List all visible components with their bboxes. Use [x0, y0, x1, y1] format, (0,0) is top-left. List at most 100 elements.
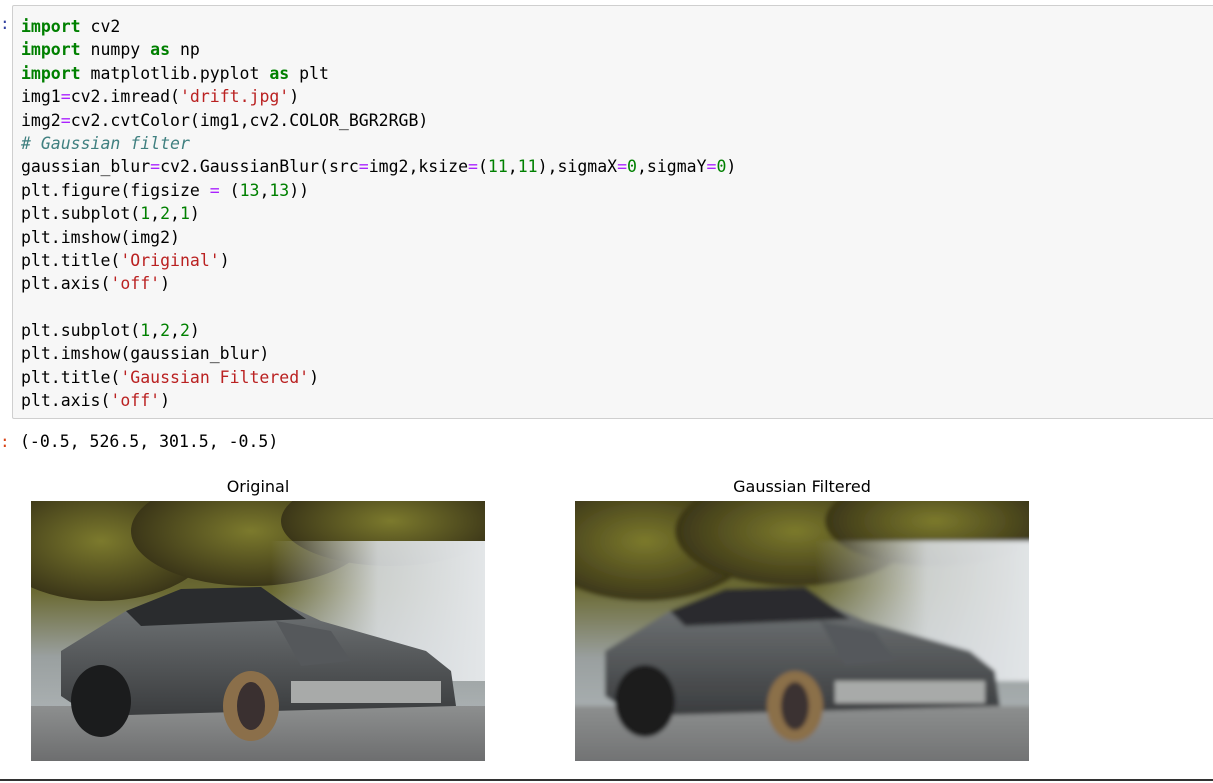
code-token: ,sigmaY [636, 157, 707, 177]
code-token: , [259, 180, 270, 200]
code-token: plt [289, 63, 329, 83]
code-line: import matplotlib.pyplot as plt [21, 62, 736, 85]
code-token: = [617, 157, 628, 177]
code-token: cv2.GaussianBlur(src [160, 157, 359, 177]
code-token: gaussian_blur [21, 157, 151, 177]
code-token: 2 [179, 321, 190, 341]
scene-gaussian-filtered [575, 501, 1029, 761]
code-token: )) [289, 180, 310, 200]
code-token: ) [726, 157, 737, 177]
code-token: cv2.imread( [70, 87, 180, 107]
code-token: plt.imshow(img2) [21, 227, 180, 247]
code-token: import [21, 40, 81, 60]
code-token: plt.axis( [21, 391, 111, 411]
output-prompt-marker: : [0, 432, 8, 451]
code-token: np [170, 40, 200, 60]
code-token: 'drift.jpg' [179, 87, 290, 107]
code-token: 0 [627, 157, 637, 177]
code-token: plt.title( [21, 367, 121, 387]
code-line: plt.subplot(1,2,2) [21, 319, 736, 342]
code-token: import [21, 63, 81, 83]
code-token: img1 [21, 87, 61, 107]
code-token: plt.imshow(gaussian_blur) [21, 344, 270, 364]
code-token: import [21, 17, 81, 36]
code-token: 'Gaussian Filtered' [120, 367, 310, 387]
code-token: as [150, 40, 171, 60]
output-text: (-0.5, 526.5, 301.5, -0.5) [20, 432, 279, 451]
code-token: , [150, 204, 161, 224]
code-token: ),sigmaX [537, 157, 618, 177]
code-token: plt.title( [21, 250, 121, 270]
code-token: , [170, 204, 180, 224]
code-token: ) [219, 250, 230, 270]
code-token: ( [219, 180, 240, 200]
code-token: 13 [269, 180, 290, 200]
code-token: ) [309, 367, 320, 387]
code-token: , [507, 157, 518, 177]
code-token: = [60, 110, 71, 130]
code-line: plt.title('Gaussian Filtered') [21, 366, 736, 389]
code-token: = [150, 157, 161, 177]
code-token: 'off' [110, 391, 161, 411]
code-token: matplotlib.pyplot [80, 63, 270, 83]
code-token: ( [477, 157, 488, 177]
code-token: 11 [517, 157, 538, 177]
code-token: 11 [487, 157, 508, 177]
code-token: plt.subplot( [21, 204, 141, 224]
code-line: plt.title('Original') [21, 249, 736, 272]
code-token: 1 [179, 204, 190, 224]
code-line: plt.axis('off') [21, 389, 736, 412]
code-line: import cv2 [21, 15, 736, 38]
code-token: = [468, 157, 478, 177]
code-token: cv2.cvtColor(img1,cv2.COLOR_BGR2RGB) [70, 110, 429, 130]
code-token: img2 [21, 110, 61, 130]
code-line: img2=cv2.cvtColor(img1,cv2.COLOR_BGR2RGB… [21, 109, 736, 132]
code-token: ) [189, 204, 200, 224]
code-token: plt.axis( [21, 274, 111, 294]
code-token: 1 [140, 321, 151, 341]
code-line: # Gaussian filter [21, 132, 736, 155]
gaussian-filtered-image [575, 501, 1029, 761]
code-line: plt.axis('off') [21, 272, 736, 295]
code-token: cv2 [80, 17, 121, 36]
code-token: 'Original' [120, 250, 220, 270]
code-token: img2,ksize [368, 157, 469, 177]
code-token: plt.subplot( [21, 321, 141, 341]
subplot-title-gaussian-filtered: Gaussian Filtered [733, 477, 871, 496]
code-line: plt.subplot(1,2,1) [21, 202, 736, 225]
subplot-title-original: Original [226, 477, 290, 496]
code-token: , [170, 321, 180, 341]
code-token: ) [160, 391, 171, 411]
code-token: ) [189, 321, 200, 341]
code-token: = [209, 180, 220, 200]
code-cell[interactable]: import cv2 import numpy as np import matpl… [12, 5, 1213, 419]
code-token: , [150, 321, 161, 341]
code-editor[interactable]: import cv2 import numpy as np import matpl… [21, 15, 736, 413]
code-token: 1 [140, 204, 151, 224]
code-line [21, 296, 736, 319]
code-token: as [269, 63, 290, 83]
code-token: 'off' [110, 274, 161, 294]
code-line: import numpy as np [21, 38, 736, 61]
scene-original [31, 501, 485, 761]
input-prompt-marker: : [0, 14, 8, 33]
bottom-divider [0, 779, 1213, 781]
code-token: 2 [160, 204, 171, 224]
code-token: = [706, 157, 717, 177]
code-token: plt.figure(figsize [21, 180, 210, 200]
code-token: 13 [239, 180, 260, 200]
code-line: plt.figure(figsize = (13,13)) [21, 179, 736, 202]
code-token: 2 [160, 321, 171, 341]
original-image [31, 501, 485, 761]
code-line: img1=cv2.imread('drift.jpg') [21, 85, 736, 108]
code-token: # Gaussian filter [21, 133, 190, 153]
code-line: gaussian_blur=cv2.GaussianBlur(src=img2,… [21, 155, 736, 178]
code-token: ) [160, 274, 171, 294]
code-token: numpy [80, 40, 151, 60]
code-token: = [60, 87, 71, 107]
code-token: 0 [716, 157, 727, 177]
code-line: plt.imshow(gaussian_blur) [21, 342, 736, 365]
code-token: ) [289, 87, 300, 107]
code-line: plt.imshow(img2) [21, 226, 736, 249]
